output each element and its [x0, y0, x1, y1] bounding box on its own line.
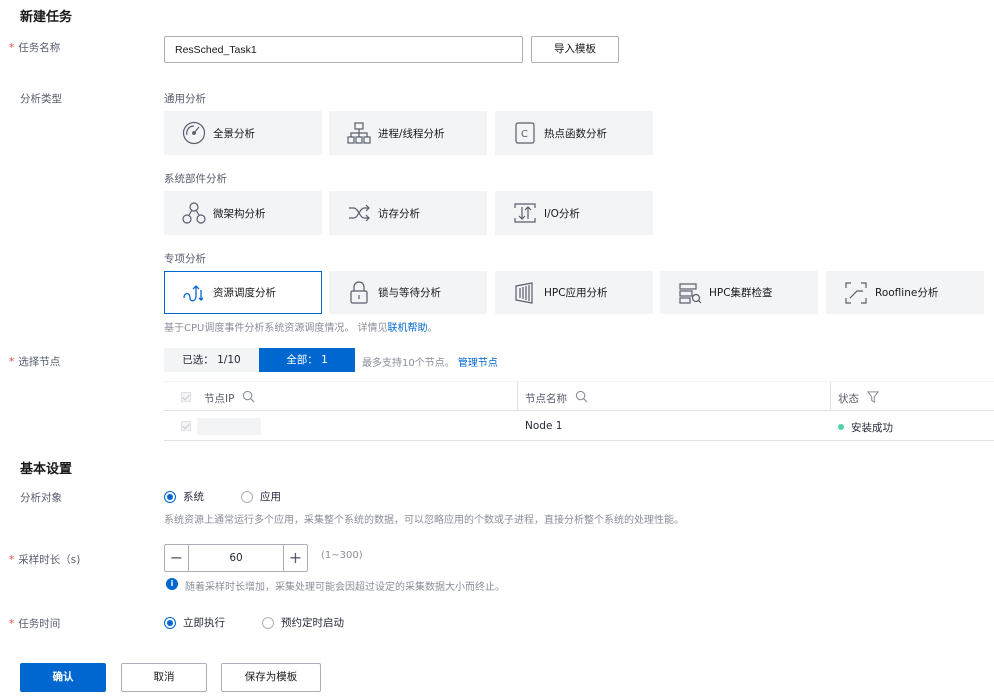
card-resource-schedule-analysis[interactable]: 资源调度分析 [164, 271, 322, 314]
card-panorama-analysis[interactable]: 全景分析 [164, 111, 322, 155]
card-io-analysis[interactable]: I/O分析 [495, 191, 653, 235]
io-icon [514, 203, 536, 223]
analysis-description: 基于CPU调度事件分析系统资源调度情况。 详情见联机帮助。 [164, 323, 438, 334]
card-label: Roofline分析 [875, 287, 939, 299]
hpc-app-icon [515, 281, 533, 304]
hierarchy-icon [347, 122, 371, 144]
resource-schedule-icon [183, 284, 204, 301]
card-hpc-app-analysis[interactable]: HPC应用分析 [495, 271, 653, 314]
microarch-icon [182, 202, 206, 224]
tab-all-nodes[interactable]: 全部： 1 [259, 348, 355, 372]
analysis-object-label: 分析对象 [20, 492, 62, 504]
roofline-icon [845, 281, 867, 304]
table-row[interactable]: Node 1 安装成功 [164, 412, 994, 441]
card-process-thread-analysis[interactable]: 进程/线程分析 [329, 111, 487, 155]
radio-option-scheduled[interactable]: 预约定时启动 [262, 615, 344, 630]
shuffle-icon [349, 204, 370, 222]
increment-button[interactable]: + [283, 545, 307, 571]
search-icon[interactable] [575, 390, 588, 403]
task-time-label: * 任务时间 [9, 618, 61, 630]
page-title: 新建任务 [20, 10, 73, 25]
card-label: 访存分析 [378, 207, 420, 220]
gauge-icon [182, 121, 206, 145]
select-all-checkbox[interactable] [181, 392, 191, 402]
radio-option-system[interactable]: 系统 [164, 489, 204, 504]
node-name-cell: Node 1 [525, 420, 563, 432]
duration-hint: 随着采样时长增加，采集处理可能会因超过设定的采集数据大小而终止。 [185, 582, 505, 593]
analysis-object-hint: 系统资源上通常运行多个应用，采集整个系统的数据，可以忽略应用的个数或子进程，直接… [164, 515, 684, 526]
card-label: 微架构分析 [213, 207, 266, 220]
group-title-general: 通用分析 [164, 93, 206, 105]
card-label: 全景分析 [213, 127, 255, 140]
radio-option-application[interactable]: 应用 [241, 489, 281, 504]
hpc-cluster-icon [679, 282, 702, 304]
node-ip-cell [197, 418, 261, 435]
basic-settings-title: 基本设置 [20, 462, 73, 477]
card-label: 热点函数分析 [544, 127, 607, 140]
confirm-button[interactable]: 确认 [20, 663, 106, 692]
group-title-system: 系统部件分析 [164, 173, 227, 185]
card-label: HPC应用分析 [544, 287, 608, 299]
sampling-duration-label: * 采样时长（s) [9, 554, 81, 566]
import-template-button[interactable]: 导入模板 [531, 36, 619, 63]
column-divider [517, 382, 518, 411]
select-nodes-label: * 选择节点 [9, 356, 61, 368]
online-help-link[interactable]: 联机帮助 [388, 323, 428, 334]
column-divider [830, 382, 831, 411]
tab-selected-nodes[interactable]: 已选： 1/10 [164, 348, 259, 372]
status-cell: 安装成功 [851, 422, 893, 434]
card-hpc-cluster-check[interactable]: HPC集群检查 [660, 271, 818, 314]
analysis-type-label: 分析类型 [20, 93, 62, 105]
info-icon: i [166, 578, 178, 590]
radio-option-execute-now[interactable]: 立即执行 [164, 615, 225, 630]
column-header: 状态 [838, 393, 859, 405]
card-label: 进程/线程分析 [378, 127, 445, 140]
card-hotspot-function-analysis[interactable]: C 热点函数分析 [495, 111, 653, 155]
radio-button[interactable] [241, 490, 253, 503]
save-as-template-button[interactable]: 保存为模板 [221, 663, 321, 692]
card-roofline-analysis[interactable]: Roofline分析 [826, 271, 984, 314]
table-header: 节点IP 节点名称 状态 [164, 381, 994, 411]
duration-stepper[interactable]: − 60 + [164, 544, 308, 572]
duration-value[interactable]: 60 [189, 545, 283, 571]
card-label: HPC集群检查 [709, 287, 773, 299]
card-microarch-analysis[interactable]: 微架构分析 [164, 191, 322, 235]
radio-button[interactable] [164, 616, 176, 629]
svg-text:C: C [521, 129, 528, 140]
lock-icon [350, 280, 368, 304]
search-icon[interactable] [242, 390, 255, 403]
radio-button[interactable] [262, 616, 274, 629]
c-function-icon: C [515, 122, 535, 144]
card-label: 锁与等待分析 [378, 287, 441, 299]
task-name-label: * 任务名称 [9, 42, 61, 54]
manage-nodes-link[interactable]: 管理节点 [458, 358, 498, 369]
filter-icon[interactable] [867, 391, 879, 403]
radio-button[interactable] [164, 490, 176, 503]
decrement-button[interactable]: − [165, 545, 189, 571]
task-name-input[interactable] [164, 36, 523, 63]
status-dot [838, 424, 844, 430]
column-header: 节点名称 [525, 393, 567, 405]
cancel-button[interactable]: 取消 [121, 663, 207, 692]
group-title-special: 专项分析 [164, 253, 206, 265]
node-limit-text: 最多支持10个节点。 管理节点 [362, 358, 498, 369]
duration-range: (1~300) [321, 550, 363, 561]
card-label: 资源调度分析 [213, 287, 276, 299]
card-memory-access-analysis[interactable]: 访存分析 [329, 191, 487, 235]
card-label: I/O分析 [544, 207, 580, 220]
row-checkbox[interactable] [181, 421, 191, 431]
card-lock-wait-analysis[interactable]: 锁与等待分析 [329, 271, 487, 314]
column-header: 节点IP [204, 393, 235, 405]
